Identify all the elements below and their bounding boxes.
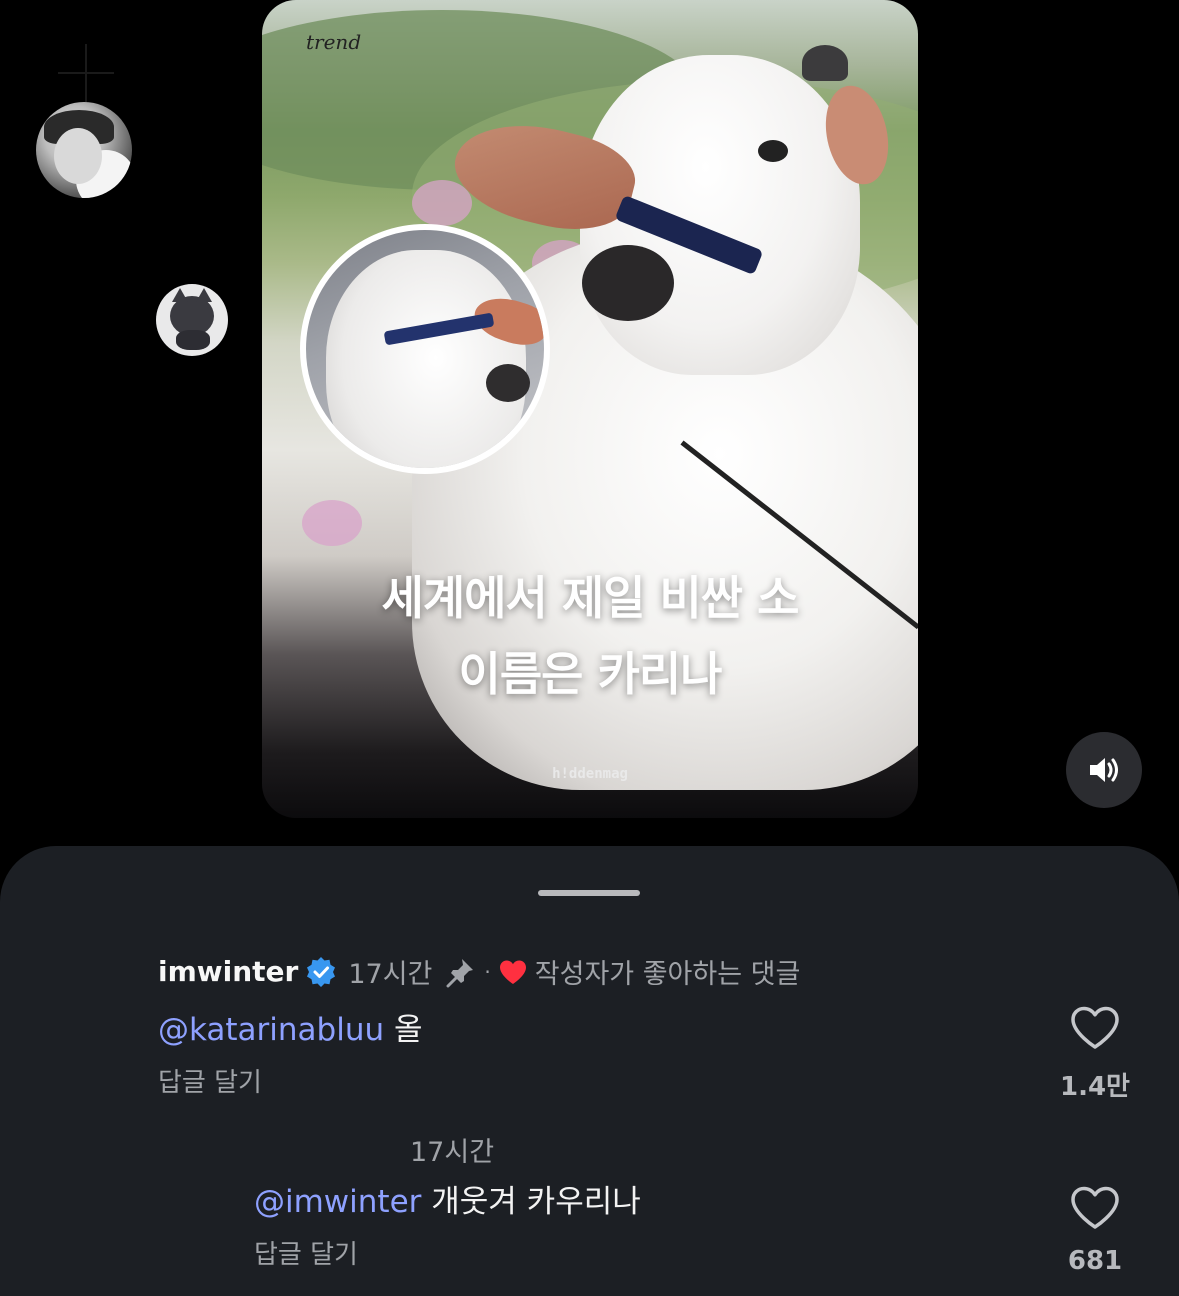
pin-icon <box>444 956 478 988</box>
comment-time: 17시간 <box>410 1137 495 1168</box>
separator-dot: · <box>484 959 491 984</box>
cow-nose <box>582 245 674 321</box>
sheet-grabber[interactable] <box>538 890 640 896</box>
add-icon <box>58 44 114 104</box>
avatar[interactable] <box>156 284 228 356</box>
comment-username[interactable] <box>254 1135 404 1165</box>
speaker-volume-icon <box>1090 758 1118 782</box>
like-control: 681 <box>1050 1186 1140 1276</box>
avatar[interactable] <box>36 102 132 198</box>
reply-button[interactable]: 답글 달기 <box>158 1062 262 1099</box>
background-flower <box>412 180 472 226</box>
like-count: 1.4만 <box>1060 1072 1130 1102</box>
heart-outline-icon[interactable] <box>1070 1186 1120 1230</box>
like-control: 1.4만 <box>1050 1006 1140 1103</box>
inset-cow-body <box>326 250 526 468</box>
headline-line-1: 세계에서 제일 비싼 소 <box>381 571 800 625</box>
heart-outline-icon[interactable] <box>1070 1006 1120 1050</box>
mention-link[interactable]: @katarinabluu <box>158 1012 384 1048</box>
cow-horn <box>802 45 848 81</box>
comment-time: 17시간 <box>348 959 433 990</box>
comment-text: @katarinabluu 올 <box>158 1004 423 1049</box>
mention-link[interactable]: @imwinter <box>254 1184 421 1220</box>
verified-badge-icon <box>306 956 336 987</box>
heart-filled-icon <box>499 959 527 985</box>
volume-button[interactable] <box>1066 732 1142 808</box>
brand-label: trend <box>306 30 362 54</box>
reply-button[interactable]: 답글 달기 <box>254 1234 358 1271</box>
watermark: h!ddenmag <box>552 766 628 782</box>
like-count: 681 <box>1067 1246 1123 1276</box>
comment-header: 17시간 <box>254 1130 494 1169</box>
comment-header: imwinter 17시간 · 작성자가 좋아하는 댓글 <box>158 952 800 991</box>
comment-message: 개웃겨 카우리나 <box>421 1184 641 1220</box>
background-flower <box>302 500 362 546</box>
comment-text: @imwinter 개웃겨 카우리나 <box>254 1176 641 1221</box>
comment-message: 올 <box>384 1012 423 1048</box>
avatar-face <box>54 128 102 184</box>
inset-cow-photo <box>300 224 550 474</box>
headline-line-2: 이름은 카리나 <box>458 647 723 701</box>
liked-by-author-label: 작성자가 좋아하는 댓글 <box>534 959 801 990</box>
comment-username[interactable]: imwinter <box>158 955 298 988</box>
post-media[interactable]: trend 세계에서 제일 비싼 소 이름은 카리나 h!ddenmag <box>262 0 918 818</box>
cat-avatar-body <box>176 330 210 350</box>
cow-eye <box>758 140 788 162</box>
inset-cow-nose <box>486 364 530 402</box>
